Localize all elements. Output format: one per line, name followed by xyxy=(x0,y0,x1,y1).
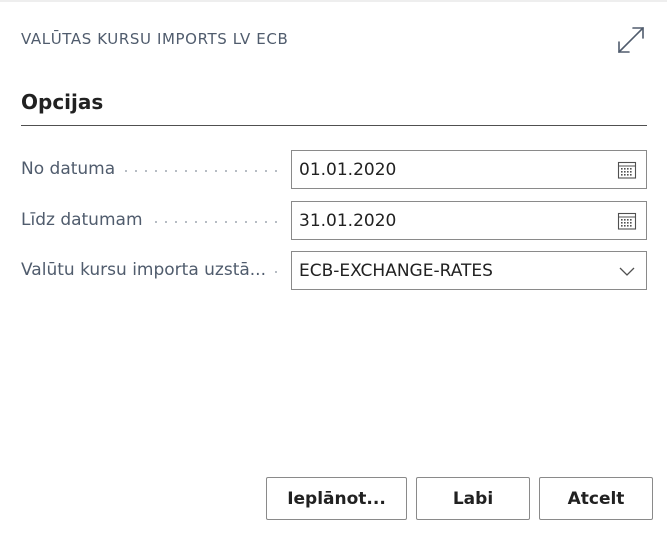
ok-button[interactable]: Labi xyxy=(416,477,530,520)
expand-diagonal-icon xyxy=(616,25,646,59)
import-setup-label: Valūtu kursu importa uzstā... xyxy=(21,251,272,290)
from-date-input[interactable]: 01.01.2020 xyxy=(291,150,647,189)
import-setup-select[interactable]: ECB-EXCHANGE-RATES xyxy=(291,251,647,290)
section-divider xyxy=(21,125,647,126)
chevron-down-icon[interactable] xyxy=(616,260,638,282)
from-date-value: 01.01.2020 xyxy=(299,159,397,180)
calendar-icon[interactable] xyxy=(616,159,638,181)
calendar-icon[interactable] xyxy=(616,210,638,232)
to-date-value: 31.01.2020 xyxy=(299,210,397,231)
to-date-label: Līdz datumam xyxy=(21,201,149,240)
from-date-label: No datuma xyxy=(21,150,122,189)
cancel-button[interactable]: Atcelt xyxy=(539,477,653,520)
expand-button[interactable] xyxy=(614,25,648,59)
schedule-button[interactable]: Ieplānot... xyxy=(266,477,407,520)
field-row-import-setup: Valūtu kursu importa uzstā... ECB-EXCHAN… xyxy=(21,251,647,290)
import-setup-value: ECB-EXCHANGE-RATES xyxy=(299,260,493,281)
dialog-caption: VALŪTAS KURSU IMPORTS LV ECB xyxy=(21,30,289,48)
field-row-from-date: No datuma 01.01.2020 xyxy=(21,150,647,189)
import-dialog: VALŪTAS KURSU IMPORTS LV ECB Opcijas No … xyxy=(0,0,667,539)
field-row-to-date: Līdz datumam 31.01.2020 xyxy=(21,201,647,240)
section-title: Opcijas xyxy=(21,90,104,114)
dialog-top-border xyxy=(0,0,667,2)
to-date-input[interactable]: 31.01.2020 xyxy=(291,201,647,240)
